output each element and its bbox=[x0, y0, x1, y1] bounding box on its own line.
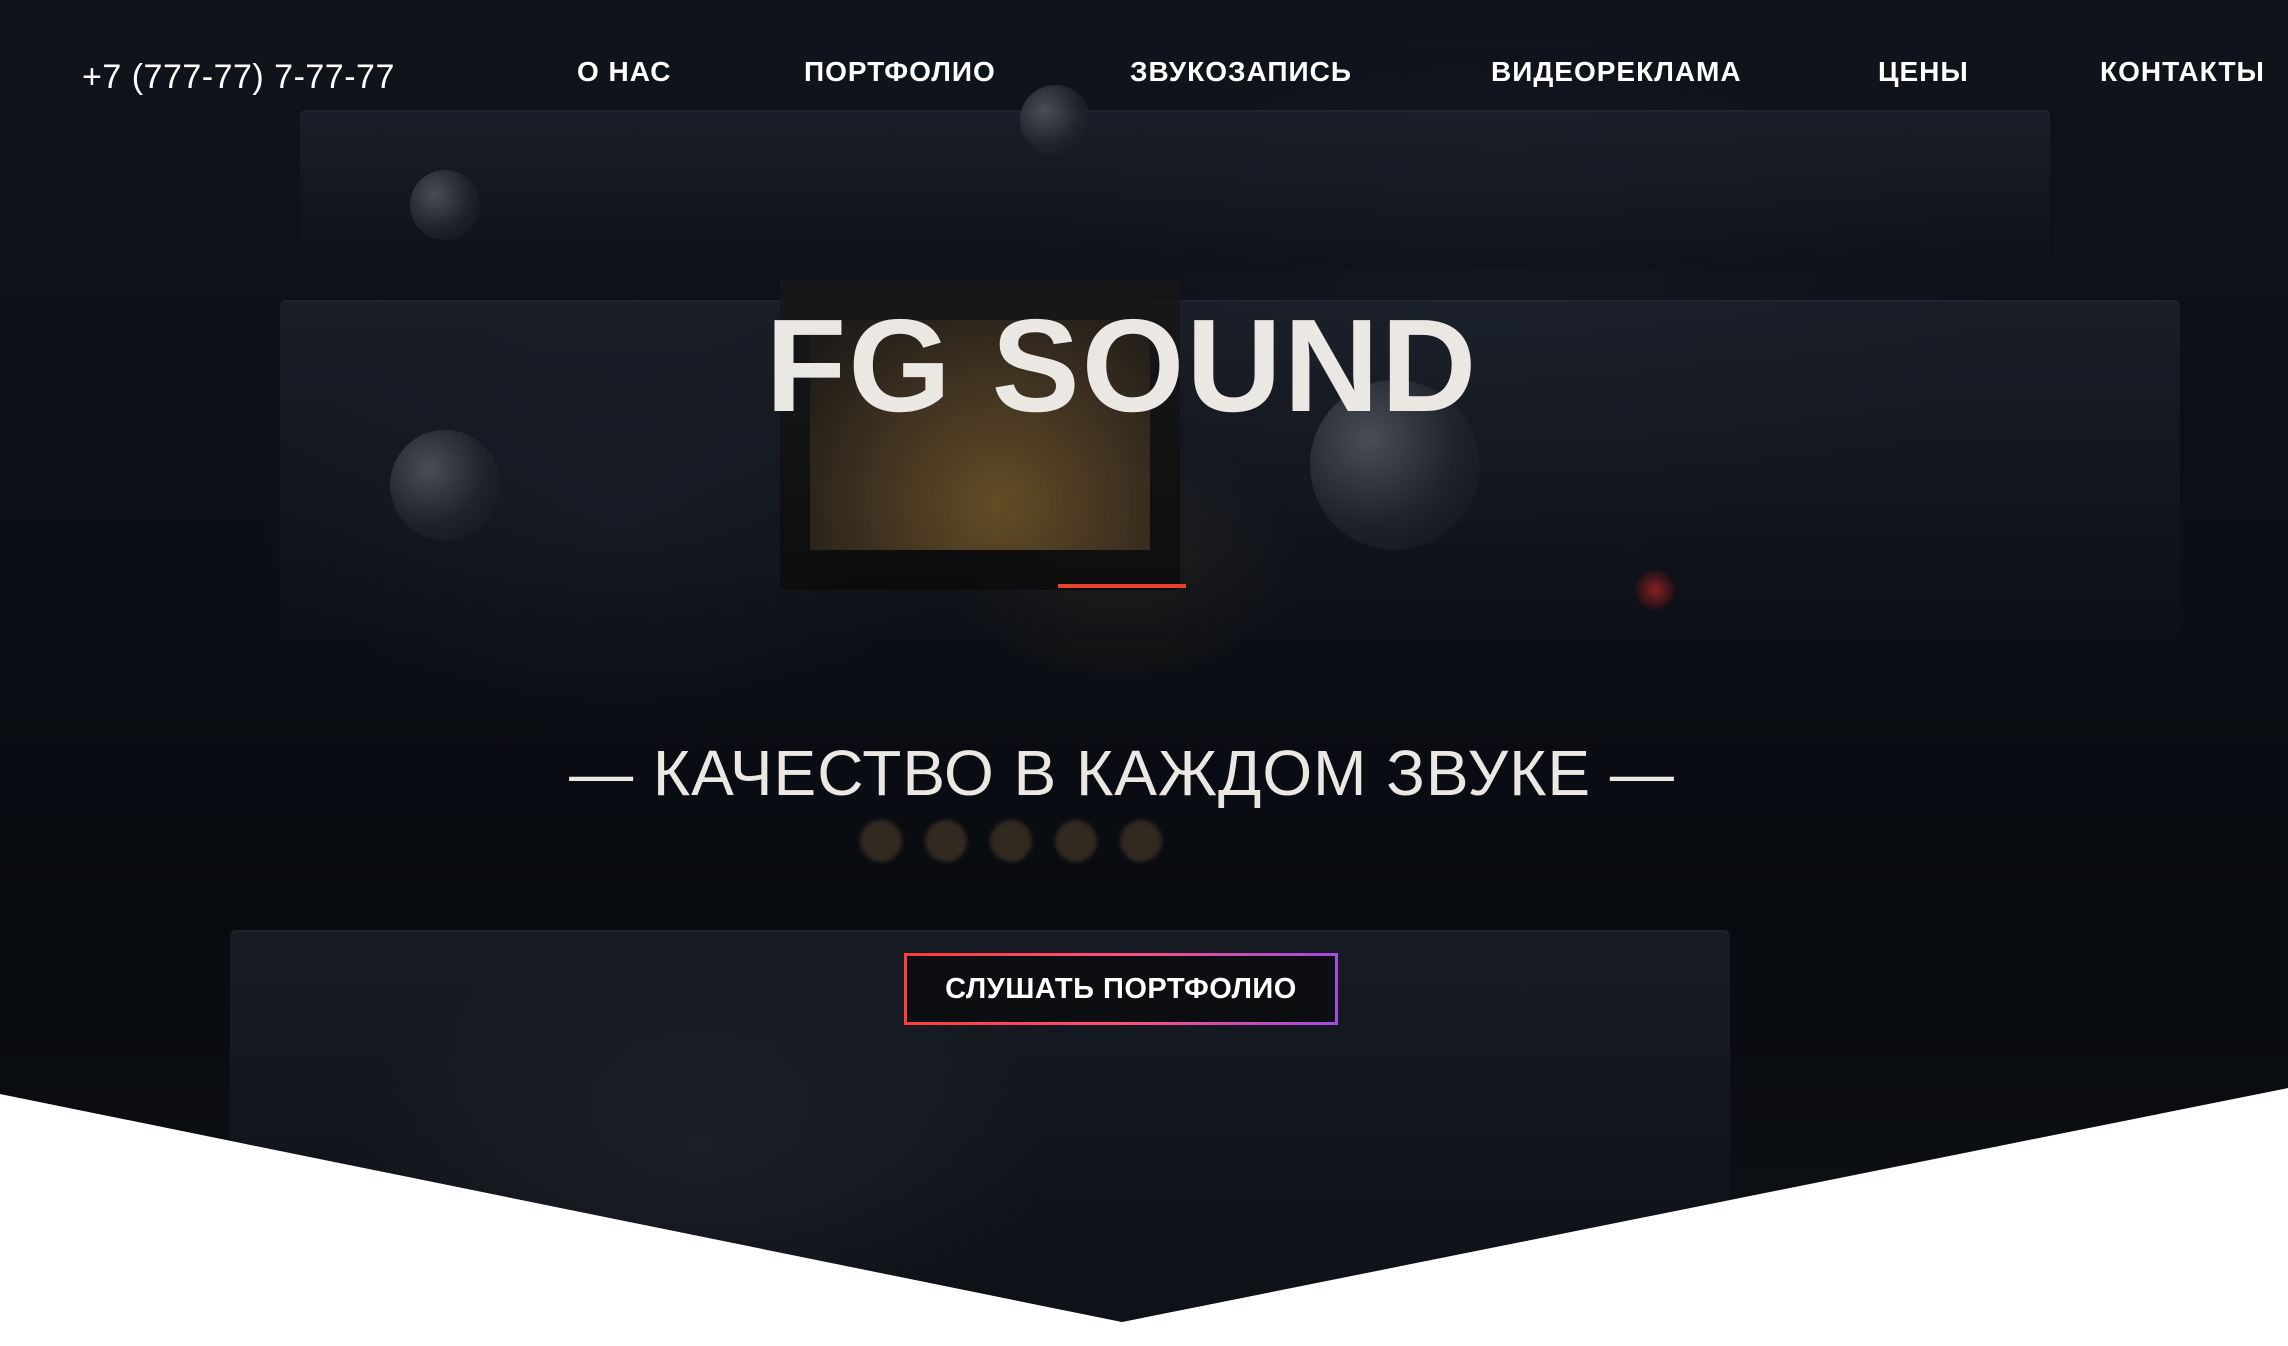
page: +7 (777-77) 7-77-77 О НАС ПОРТФОЛИО ЗВУК… bbox=[0, 0, 2288, 1346]
nav-item-recording[interactable]: ЗВУКОЗАПИСЬ bbox=[1130, 56, 1352, 88]
main-nav: О НАС ПОРТФОЛИО ЗВУКОЗАПИСЬ ВИДЕОРЕКЛАМА… bbox=[0, 56, 2288, 96]
listen-portfolio-button[interactable]: СЛУШАТЬ ПОРТФОЛИО bbox=[904, 953, 1338, 1025]
hero-background bbox=[0, 0, 2288, 1322]
hero-overlay bbox=[0, 0, 2288, 1322]
nav-item-about[interactable]: О НАС bbox=[577, 56, 672, 88]
accent-divider bbox=[1058, 584, 1186, 588]
nav-item-video-ads[interactable]: ВИДЕОРЕКЛАМА bbox=[1491, 56, 1742, 88]
nav-item-prices[interactable]: ЦЕНЫ bbox=[1878, 56, 1969, 88]
nav-item-portfolio[interactable]: ПОРТФОЛИО bbox=[804, 56, 996, 88]
brand-title: FG SOUND bbox=[765, 292, 1479, 439]
nav-item-contacts[interactable]: КОНТАКТЫ bbox=[2100, 56, 2265, 88]
hero-tagline: — КАЧЕСТВО В КАЖДОМ ЗВУКЕ — bbox=[569, 737, 1675, 809]
